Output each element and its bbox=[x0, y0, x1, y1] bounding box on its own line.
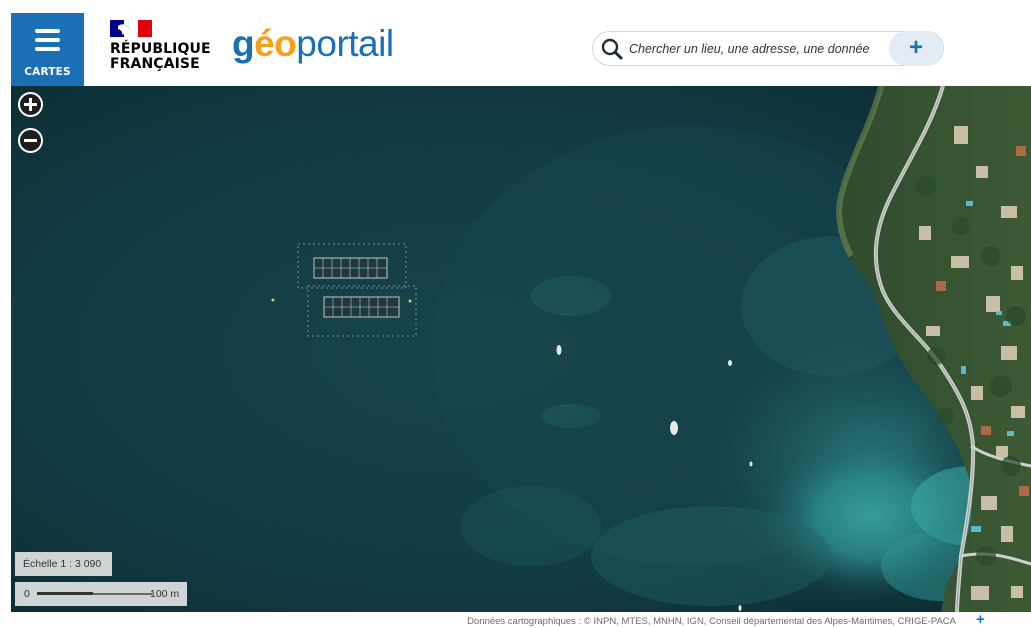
logo-part-g: g bbox=[232, 23, 255, 64]
geoportail-logo[interactable]: géoportail bbox=[232, 24, 394, 64]
attribution-text: Données cartographiques : © INPN, MTES, … bbox=[467, 616, 956, 627]
scale-bar: 0 100 m bbox=[15, 582, 187, 606]
scale-bar-end: 100 m bbox=[150, 588, 180, 600]
magnifier-icon[interactable] bbox=[599, 37, 625, 61]
logo-part-portail: portail bbox=[296, 23, 394, 64]
menu-label: CARTES bbox=[24, 66, 71, 78]
rf-line-2: FRANÇAISE bbox=[110, 55, 200, 72]
republique-francaise-text: RÉPUBLIQUE FRANÇAISE bbox=[110, 42, 230, 71]
logo-part-eo: éo bbox=[254, 23, 297, 64]
aerial-imagery bbox=[11, 86, 1031, 612]
attribution-more-button[interactable]: + bbox=[976, 611, 985, 628]
rf-line-1: RÉPUBLIQUE bbox=[110, 41, 211, 57]
search-add-button[interactable]: + bbox=[889, 31, 943, 66]
maps-menu-button[interactable]: CARTES bbox=[11, 13, 84, 86]
attribution-bar: Données cartographiques : © INPN, MTES, … bbox=[0, 611, 1031, 628]
zoom-out-button[interactable] bbox=[18, 128, 43, 153]
hamburger-icon bbox=[35, 29, 60, 51]
top-header: CARTES RÉPUBLIQUE FRANÇAISE géoportail C… bbox=[0, 0, 1031, 86]
scale-bar-start: 0 bbox=[24, 588, 30, 600]
marianne-flag-icon bbox=[110, 20, 152, 37]
scale-ratio: Échelle 1 : 3 090 bbox=[15, 552, 112, 576]
scale-bar-line bbox=[37, 592, 152, 595]
map-view[interactable]: + − bbox=[11, 86, 1031, 612]
search-bar: + bbox=[592, 31, 944, 66]
geoportail-app: CARTES RÉPUBLIQUE FRANÇAISE géoportail C… bbox=[0, 0, 1031, 628]
zoom-in-button[interactable] bbox=[18, 92, 43, 117]
search-input[interactable] bbox=[629, 38, 879, 60]
